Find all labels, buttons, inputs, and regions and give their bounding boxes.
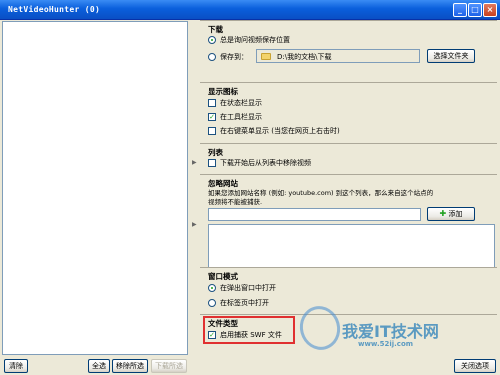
- close-options-button[interactable]: 关闭选项: [454, 359, 496, 373]
- always-ask-option[interactable]: 总是询问视频保存位置: [208, 34, 290, 46]
- highlight-box: [203, 316, 295, 344]
- remove-after-label: 下载开始后从列表中移除视频: [220, 159, 311, 167]
- window-title: NetVideoHunter (0): [8, 5, 101, 14]
- statusbar-label: 在状态栏显示: [220, 99, 262, 107]
- popup-radio[interactable]: [208, 284, 216, 292]
- save-to-option[interactable]: 保存到：: [208, 51, 248, 63]
- panel-splitter[interactable]: ▶ ▶: [190, 21, 199, 355]
- remove-after-option[interactable]: 下载开始后从列表中移除视频: [208, 157, 311, 169]
- save-to-label: 保存到：: [220, 53, 248, 61]
- display-icon-header: 显示图标: [208, 87, 238, 96]
- video-list[interactable]: [2, 21, 188, 355]
- remove-selected-button[interactable]: 移除所选: [112, 359, 148, 373]
- popup-label: 在弹出窗口中打开: [220, 284, 276, 292]
- clear-button[interactable]: 清除: [4, 359, 28, 373]
- window-mode-header: 窗口模式: [208, 272, 238, 281]
- options-panel: 下载 总是询问视频保存位置 保存到： D:\我的文档\下载 选择文件夹 显示图标…: [200, 18, 498, 355]
- context-menu-checkbox[interactable]: [208, 127, 216, 135]
- ignore-sites-description-2: 视频将不能被捕获.: [208, 198, 263, 206]
- add-site-button[interactable]: ✚ 添加: [427, 207, 475, 221]
- statusbar-option[interactable]: 在状态栏显示: [208, 97, 262, 109]
- save-path-text: D:\我的文档\下载: [277, 53, 332, 61]
- download-header: 下载: [208, 25, 223, 34]
- popup-option[interactable]: 在弹出窗口中打开: [208, 282, 276, 294]
- watermark-url: www.52ij.com: [358, 340, 414, 348]
- tab-option[interactable]: 在标签页中打开: [208, 297, 269, 309]
- toolbar-checkbox[interactable]: ✓: [208, 113, 216, 121]
- watermark-text: 我爱IT技术网: [342, 322, 439, 341]
- list-header: 列表: [208, 148, 223, 157]
- save-path-field: D:\我的文档\下载: [256, 49, 420, 63]
- tab-radio[interactable]: [208, 299, 216, 307]
- list-section: 列表 下载开始后从列表中移除视频: [200, 143, 497, 171]
- display-icon-section: 显示图标 在状态栏显示 ✓ 在工具栏显示 在右键菜单显示 (当您在网页上右击时): [200, 82, 497, 140]
- window-mode-section: 窗口模式 在弹出窗口中打开 在标签页中打开: [200, 267, 497, 311]
- statusbar-checkbox[interactable]: [208, 99, 216, 107]
- maximize-button[interactable]: □: [468, 3, 482, 17]
- site-name-input[interactable]: [208, 208, 421, 221]
- download-selected-button[interactable]: 下载所选: [151, 359, 187, 373]
- ignore-sites-header: 忽略网站: [208, 179, 238, 188]
- remove-after-checkbox[interactable]: [208, 159, 216, 167]
- watermark-logo-icon: [294, 301, 346, 355]
- close-button[interactable]: ×: [483, 3, 497, 17]
- download-section: 下载 总是询问视频保存位置 保存到： D:\我的文档\下载 选择文件夹: [200, 20, 497, 72]
- choose-folder-button[interactable]: 选择文件夹: [427, 49, 475, 63]
- context-menu-option[interactable]: 在右键菜单显示 (当您在网页上右击时): [208, 125, 340, 137]
- folder-icon: [261, 53, 271, 60]
- minimize-button[interactable]: _: [453, 3, 467, 17]
- tab-label: 在标签页中打开: [220, 299, 269, 307]
- splitter-arrow-icon: ▶: [192, 159, 197, 166]
- ignore-sites-section: 忽略网站 如果您添加网站名称 (例如: youtube.com) 到这个列表，那…: [200, 174, 497, 280]
- add-site-label: 添加: [448, 210, 463, 218]
- context-menu-label: 在右键菜单显示 (当您在网页上右击时): [220, 127, 340, 135]
- splitter-arrow-icon: ▶: [192, 221, 197, 228]
- title-bar: NetVideoHunter (0) _ □ ×: [0, 0, 500, 20]
- plus-icon: ✚: [439, 209, 447, 218]
- save-to-radio[interactable]: [208, 53, 216, 61]
- toolbar-label: 在工具栏显示: [220, 113, 262, 121]
- toolbar-option[interactable]: ✓ 在工具栏显示: [208, 111, 262, 123]
- always-ask-label: 总是询问视频保存位置: [220, 36, 290, 44]
- watermark: 我爱IT技术网 www.52ij.com: [294, 301, 480, 356]
- always-ask-radio[interactable]: [208, 36, 216, 44]
- select-all-button[interactable]: 全选: [88, 359, 110, 373]
